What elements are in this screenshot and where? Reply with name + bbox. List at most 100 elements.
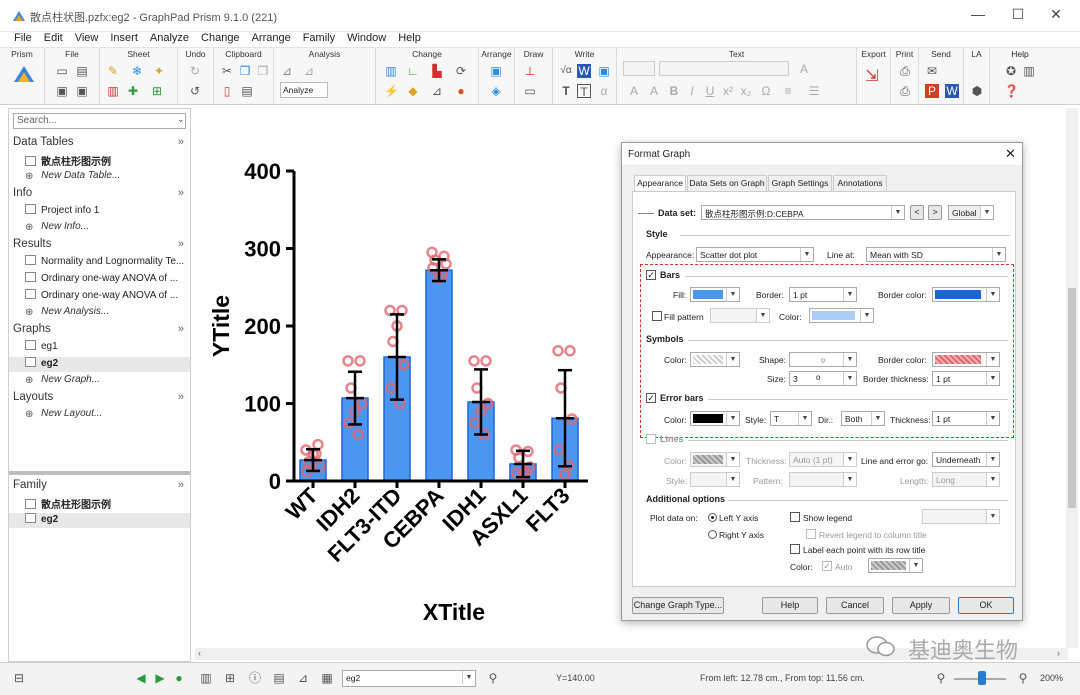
font-shrink-icon[interactable]: A xyxy=(647,84,661,98)
pin-icon[interactable]: ✦ xyxy=(152,64,166,78)
label-each-point-checkbox[interactable] xyxy=(790,544,800,554)
collapse-icon[interactable]: » xyxy=(178,238,184,250)
minimize-button[interactable]: — xyxy=(958,6,998,26)
nav-item-result[interactable]: Normality and Lognormality Te... xyxy=(25,255,184,270)
menu-change[interactable]: Change xyxy=(201,32,240,44)
subscript-icon[interactable]: x₂ xyxy=(739,84,753,98)
section-layouts[interactable]: Layouts» xyxy=(9,391,190,406)
font-size-select[interactable] xyxy=(623,61,655,76)
tab-annotations[interactable]: Annotations xyxy=(833,175,887,192)
superscript-icon[interactable]: x² xyxy=(721,84,735,98)
menu-arrange[interactable]: Arrange xyxy=(252,32,291,44)
line-error-select[interactable]: Underneath ▼ xyxy=(932,452,1000,467)
font-name-select[interactable] xyxy=(659,61,789,76)
rotate-icon[interactable]: ⟳ xyxy=(454,64,468,78)
errbar-dir-select[interactable]: Both ▼ xyxy=(841,411,885,426)
dialog-close-icon[interactable]: ✕ xyxy=(1005,146,1016,162)
info-view-icon[interactable]: ⓘ xyxy=(248,671,262,685)
cancel-button[interactable]: Cancel xyxy=(826,597,884,614)
nav-item-info[interactable]: Project info 1 xyxy=(25,204,99,219)
bars-checkbox[interactable]: ✓ xyxy=(646,270,656,280)
section-graphs[interactable]: Graphs» xyxy=(9,323,190,338)
la-cube-icon[interactable]: ⬢ xyxy=(970,84,984,98)
new-file-icon[interactable]: ▭ xyxy=(55,64,69,78)
equation-icon[interactable]: √α xyxy=(559,64,573,78)
lines-thickness-select[interactable]: Auto (1 pt) ▼ xyxy=(789,452,857,467)
zoom-slider-thumb[interactable] xyxy=(978,671,986,685)
section-results[interactable]: Results» xyxy=(9,238,190,253)
word-icon[interactable]: W xyxy=(577,64,591,78)
text-icon[interactable]: T xyxy=(559,84,573,98)
section-data-tables[interactable]: Data Tables » xyxy=(9,136,190,151)
graph-view-icon[interactable]: ⊿ xyxy=(296,671,310,685)
align-text-icon[interactable]: ≡ xyxy=(781,84,795,98)
scroll-left-icon[interactable]: ‹ xyxy=(198,648,201,658)
nav-item-data-table[interactable]: 散点柱形图示例 xyxy=(25,153,111,168)
left-axis-radio[interactable] xyxy=(708,513,717,522)
add-icon[interactable]: ✚ xyxy=(126,84,140,98)
add-sheet-icon[interactable]: ⊞ xyxy=(150,84,164,98)
rectangle-icon[interactable]: ▭ xyxy=(523,84,537,98)
family-item-graph[interactable]: eg2 xyxy=(9,513,190,528)
copy-icon[interactable]: ❐ xyxy=(238,64,252,78)
menu-window[interactable]: Window xyxy=(347,32,386,44)
error-bars-checkbox[interactable]: ✓ xyxy=(646,393,656,403)
palette-icon[interactable]: ● xyxy=(454,84,468,98)
underline-icon[interactable]: U xyxy=(703,84,717,98)
font-color-icon[interactable]: A xyxy=(797,62,811,76)
data-set-select[interactable]: 散点柱形图示例:D:CEBPA ▼ xyxy=(701,205,905,220)
prev-dataset-button[interactable]: < xyxy=(910,205,924,220)
transform-icon[interactable]: ⊿ xyxy=(302,64,316,78)
collapse-icon[interactable]: » xyxy=(178,187,184,199)
clipboard-icon[interactable]: ▯ xyxy=(220,84,234,98)
lines-checkbox[interactable] xyxy=(646,434,656,444)
change-graph-type-button[interactable]: Change Graph Type... xyxy=(632,597,724,614)
font-grow-icon[interactable]: A xyxy=(627,84,641,98)
sheet-select[interactable]: eg2 ▼ xyxy=(342,670,476,687)
analyze-button[interactable]: Analyze xyxy=(280,82,328,98)
nav-new-data-table[interactable]: ⊕ New Data Table... xyxy=(25,170,120,185)
axis-icon[interactable]: ∟ xyxy=(406,64,420,78)
menu-analyze[interactable]: Analyze xyxy=(150,32,189,44)
greek-icon[interactable]: α xyxy=(597,84,611,98)
snowflake-icon[interactable]: ❄ xyxy=(130,64,144,78)
powerpoint-icon[interactable]: P xyxy=(925,84,939,98)
related-sheet-icon[interactable]: ● xyxy=(172,671,186,685)
save-icon[interactable]: ▣ xyxy=(55,84,69,98)
list-icon[interactable]: ☰ xyxy=(807,84,821,98)
search-dropdown-icon[interactable]: ⌄ xyxy=(177,114,185,125)
pattern-color-select[interactable]: ▼ xyxy=(809,308,874,323)
ok-button[interactable]: OK xyxy=(958,597,1014,614)
scroll-thumb[interactable] xyxy=(1068,288,1076,508)
length-select[interactable]: Long ▼ xyxy=(932,472,1000,487)
email-icon[interactable]: ✉ xyxy=(925,64,939,78)
global-select[interactable]: Global ▼ xyxy=(948,205,994,220)
graph-analysis-icon[interactable]: ⊿ xyxy=(280,64,294,78)
zoom-in-icon[interactable]: ⚲ xyxy=(1016,671,1030,685)
label-color-select[interactable]: ▼ xyxy=(868,558,923,573)
errbar-thickness-select[interactable]: 1 pt ▼ xyxy=(932,411,1000,426)
export-icon[interactable]: ⇲ xyxy=(865,69,879,85)
nav-item-result[interactable]: Ordinary one-way ANOVA of ... xyxy=(25,289,178,304)
section-family[interactable]: Family» xyxy=(9,479,190,494)
nav-new-analysis[interactable]: ⊕ New Analysis... xyxy=(25,306,109,321)
nav-new-layout[interactable]: ⊕ New Layout... xyxy=(25,408,102,423)
textbox-icon[interactable]: T xyxy=(577,84,591,99)
group-icon[interactable]: ◈ xyxy=(489,84,503,98)
right-axis-radio[interactable] xyxy=(708,530,717,539)
print-icon[interactable]: ⎙ xyxy=(898,64,912,78)
symbol-border-color-select[interactable]: ▼ xyxy=(932,352,1000,367)
symbol-color-select[interactable]: ▼ xyxy=(690,352,740,367)
maximize-button[interactable]: ☐ xyxy=(998,6,1038,26)
paste-special-icon[interactable]: ▤ xyxy=(240,84,254,98)
close-button[interactable]: ✕ xyxy=(1036,6,1076,26)
lines-color-select[interactable]: ▼ xyxy=(690,452,740,467)
open-file-icon[interactable]: ▤ xyxy=(75,64,89,78)
tab-graph-settings[interactable]: Graph Settings xyxy=(768,175,832,192)
format-bars-icon[interactable]: ▙ xyxy=(430,64,444,78)
next-dataset-button[interactable]: > xyxy=(928,205,942,220)
nav-new-graph[interactable]: ⊕ New Graph... xyxy=(25,374,100,389)
bar-scatter-chart[interactable]: 0100200300400WTIDH2FLT3-ITDCEBPAIDH1ASXL… xyxy=(195,108,625,628)
grid-view-icon[interactable]: ⊞ xyxy=(223,671,237,685)
learn-icon[interactable]: ✪ xyxy=(1004,64,1018,78)
